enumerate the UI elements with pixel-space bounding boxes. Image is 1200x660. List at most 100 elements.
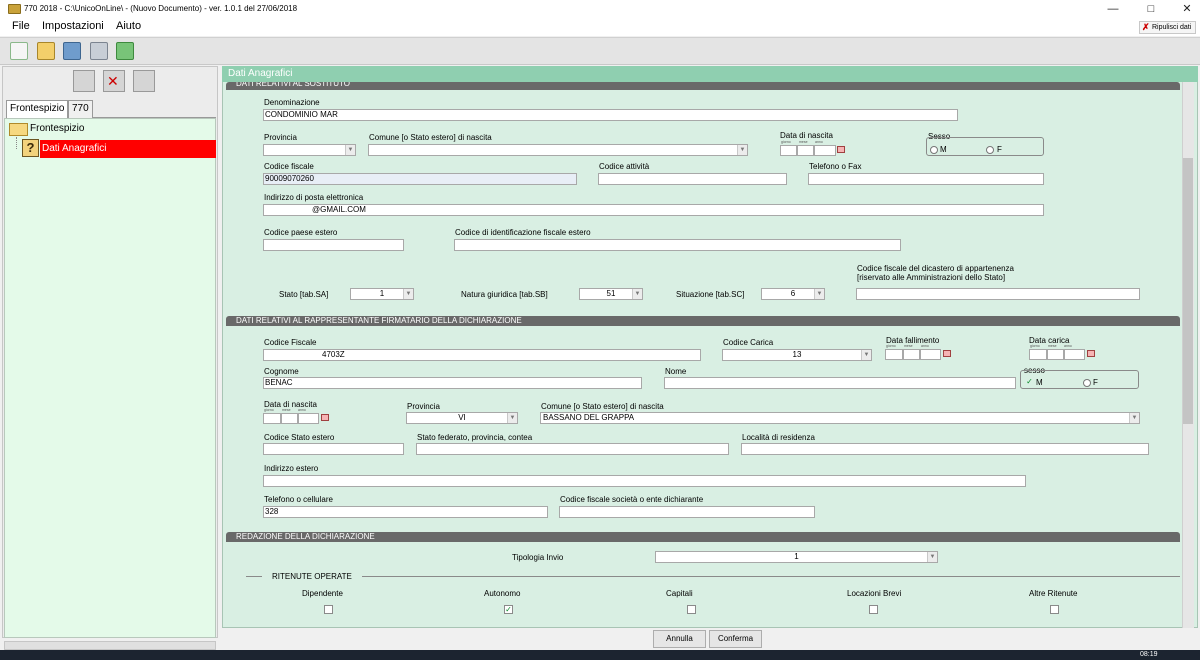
stato-select[interactable]: 1 ▼ bbox=[350, 288, 414, 300]
stato-federato-input[interactable] bbox=[416, 443, 729, 455]
codice-fiscale-label: Codice fiscale bbox=[264, 162, 314, 171]
rapp-cap-mese: mese bbox=[282, 408, 291, 412]
provincia-select[interactable]: ▼ bbox=[263, 144, 356, 156]
cognome-label: Cognome bbox=[264, 367, 299, 376]
indirizzo-label: Indirizzo estero bbox=[264, 464, 319, 473]
toolbar bbox=[0, 37, 1200, 65]
nascita-giorno-input[interactable] bbox=[780, 145, 797, 156]
ritenute-autonomo-checkbox[interactable]: ✓ bbox=[504, 605, 513, 614]
natura-value: 51 bbox=[606, 289, 616, 298]
rapp-codice-fiscale-input[interactable]: 4703Z bbox=[263, 349, 701, 361]
codice-attivita-input[interactable] bbox=[598, 173, 787, 185]
tree-connector bbox=[16, 137, 17, 149]
calendar-icon[interactable] bbox=[943, 350, 951, 357]
left-horizontal-scrollbar[interactable] bbox=[4, 641, 216, 650]
localita-input[interactable] bbox=[741, 443, 1149, 455]
rapp-sesso-m-check[interactable]: ✓ bbox=[1025, 378, 1034, 387]
dicastero-input[interactable] bbox=[856, 288, 1140, 300]
sesso-f-radio[interactable] bbox=[986, 146, 994, 154]
nascita-mese-input[interactable] bbox=[797, 145, 814, 156]
codice-id-estero-input[interactable] bbox=[454, 239, 901, 251]
denominazione-input[interactable]: CONDOMINIO MAR bbox=[263, 109, 958, 121]
comune-label: Comune [o Stato estero] di nascita bbox=[369, 133, 492, 142]
conferma-button[interactable]: Conferma bbox=[709, 630, 762, 648]
tipologia-value: 1 bbox=[794, 552, 799, 561]
situazione-value: 6 bbox=[790, 289, 796, 298]
save-icon[interactable] bbox=[63, 42, 81, 60]
close-icon[interactable]: ✕ bbox=[1170, 0, 1200, 18]
window-title: 770 2018 - C:\UnicoOnLine\ - (Nuovo Docu… bbox=[24, 4, 298, 13]
indirizzo-input[interactable] bbox=[263, 475, 1026, 487]
nome-input[interactable] bbox=[664, 377, 1016, 389]
scrollbar-thumb[interactable] bbox=[1183, 158, 1193, 424]
folder-icon bbox=[9, 123, 28, 136]
new-document-icon[interactable] bbox=[10, 42, 28, 60]
cognome-input[interactable]: BENAC bbox=[263, 377, 642, 389]
rapp-telefono-input[interactable]: 328 bbox=[263, 506, 548, 518]
carica-giorno-input[interactable] bbox=[1029, 349, 1047, 360]
minimize-icon[interactable]: — bbox=[1096, 0, 1130, 18]
maximize-icon[interactable]: □ bbox=[1134, 0, 1168, 18]
tipologia-select[interactable]: 1 ▼ bbox=[655, 551, 938, 563]
chevron-down-icon: ▼ bbox=[814, 289, 824, 299]
ritenute-autonomo-label: Autonomo bbox=[484, 589, 521, 598]
ritenute-altre-checkbox[interactable] bbox=[1050, 605, 1059, 614]
rapp-provincia-select[interactable]: VI ▼ bbox=[406, 412, 518, 424]
natura-select[interactable]: 51 ▼ bbox=[579, 288, 643, 300]
sesso-m-radio[interactable] bbox=[930, 146, 938, 154]
rapp-nascita-giorno-input[interactable] bbox=[263, 413, 281, 424]
tab-770[interactable]: 770 bbox=[68, 100, 93, 118]
codice-paese-input[interactable] bbox=[263, 239, 404, 251]
open-folder-icon[interactable] bbox=[37, 42, 55, 60]
email-input[interactable]: @GMAIL.COM bbox=[263, 204, 1044, 216]
ritenute-capitali-checkbox[interactable] bbox=[687, 605, 696, 614]
rapp-nascita-mese-input[interactable] bbox=[281, 413, 298, 424]
natura-label: Natura giuridica [tab.SB] bbox=[461, 290, 548, 299]
menu-impostazioni[interactable]: Impostazioni bbox=[42, 20, 104, 32]
date-cap-anno: anno bbox=[815, 140, 823, 144]
tree-item-dati-anagrafici[interactable]: Dati Anagrafici bbox=[40, 140, 216, 158]
export-icon[interactable] bbox=[116, 42, 134, 60]
comune-select[interactable]: ▼ bbox=[368, 144, 748, 156]
calendar-icon[interactable] bbox=[321, 414, 329, 421]
menu-aiuto[interactable]: Aiuto bbox=[116, 20, 141, 32]
ritenute-dipendente-checkbox[interactable] bbox=[324, 605, 333, 614]
fall-cap-anno: anno bbox=[921, 344, 929, 348]
codice-stato-input[interactable] bbox=[263, 443, 404, 455]
carica-mese-input[interactable] bbox=[1047, 349, 1064, 360]
tab-frontespizio[interactable]: Frontespizio bbox=[6, 100, 69, 118]
refresh-icon[interactable] bbox=[133, 70, 155, 92]
delete-icon[interactable]: ✕ bbox=[103, 70, 125, 92]
rapp-nascita-anno-input[interactable] bbox=[298, 413, 319, 424]
ripulisci-dati-button[interactable]: ✗ Ripulisci dati bbox=[1139, 21, 1196, 34]
rapp-sesso-f-radio[interactable] bbox=[1083, 379, 1091, 387]
fallimento-giorno-input[interactable] bbox=[885, 349, 903, 360]
fallimento-anno-input[interactable] bbox=[920, 349, 941, 360]
menu-file[interactable]: File bbox=[12, 20, 30, 32]
print-icon[interactable] bbox=[90, 42, 108, 60]
fall-cap-giorno: giorno bbox=[886, 344, 896, 348]
chevron-down-icon: ▼ bbox=[632, 289, 642, 299]
sesso-m-label: M bbox=[940, 145, 947, 154]
ritenute-locazioni-checkbox[interactable] bbox=[869, 605, 878, 614]
codice-fiscale-input[interactable]: 90009070260 bbox=[263, 173, 577, 185]
cf-societa-input[interactable] bbox=[559, 506, 815, 518]
calendar-icon[interactable] bbox=[837, 146, 845, 153]
calendar-icon[interactable] bbox=[1087, 350, 1095, 357]
codice-carica-value: 13 bbox=[792, 350, 802, 359]
fallimento-mese-input[interactable] bbox=[903, 349, 920, 360]
clear-icon: ✗ bbox=[1142, 22, 1150, 32]
edit-icon[interactable] bbox=[73, 70, 95, 92]
situazione-select[interactable]: 6 ▼ bbox=[761, 288, 825, 300]
annulla-button[interactable]: Annulla bbox=[653, 630, 706, 648]
dicastero-label-note: [riservato alle Amministrazioni dello St… bbox=[857, 273, 1006, 282]
carica-anno-input[interactable] bbox=[1064, 349, 1085, 360]
rapp-comune-select[interactable]: BASSANO DEL GRAPPA ▼ bbox=[540, 412, 1140, 424]
tree-root-frontespizio[interactable]: Frontespizio bbox=[30, 123, 84, 134]
codice-carica-select[interactable]: 13 ▼ bbox=[722, 349, 872, 361]
rapp-cap-anno: anno bbox=[298, 408, 306, 412]
app-icon bbox=[8, 4, 21, 14]
taskbar bbox=[0, 650, 1200, 660]
nascita-anno-input[interactable] bbox=[814, 145, 836, 156]
telefono-input[interactable] bbox=[808, 173, 1044, 185]
